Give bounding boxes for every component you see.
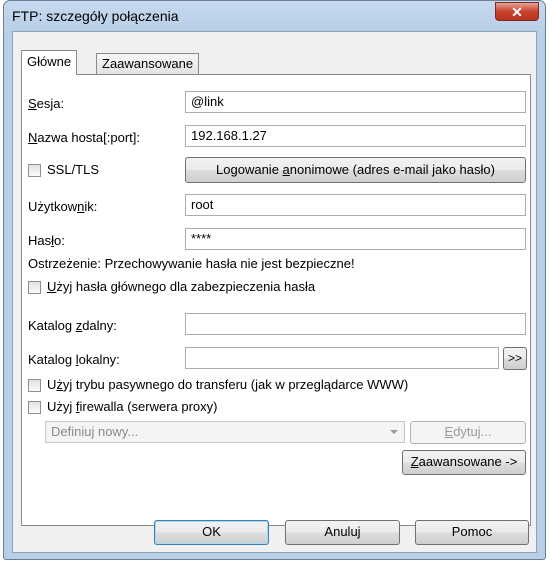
master-password-checkbox[interactable] [28, 281, 41, 294]
password-warning: Ostrzeżenie: Przechowywanie hasła nie je… [28, 256, 355, 271]
ssl-label: SSL/TLS [47, 162, 100, 177]
browse-local-dir-button[interactable]: >> [503, 347, 527, 370]
anonymous-login-button[interactable]: Logowanie anonimowe (adres e-mail jako h… [185, 157, 526, 183]
title-bar[interactable]: FTP: szczegóły połączenia ✕ [4, 1, 545, 31]
ok-button[interactable]: OK [154, 520, 269, 545]
password-input[interactable]: **** [185, 228, 526, 250]
firewall-checkbox[interactable] [28, 401, 41, 414]
cancel-button[interactable]: Anuluj [285, 520, 400, 545]
passive-mode-checkbox[interactable] [28, 379, 41, 392]
remote-dir-input[interactable] [185, 313, 526, 335]
tab-panel: Sesja: @link Nazwa hosta[:port]: 192.168… [21, 74, 531, 526]
local-dir-label: Katalog lokalny: [28, 352, 120, 367]
user-input[interactable]: root [185, 194, 526, 216]
tab-label: Zaawansowane [102, 56, 194, 71]
host-input[interactable]: 192.168.1.27 [185, 125, 526, 147]
tab-label: Główne [27, 54, 72, 69]
master-password-label: Użyj hasła głównego dla zabezpieczenia h… [47, 279, 316, 294]
help-button[interactable]: Pomoc [415, 520, 529, 545]
window-title: FTP: szczegóły połączenia [12, 8, 179, 24]
local-dir-input[interactable] [185, 347, 499, 369]
chevron-down-icon [390, 430, 398, 434]
host-label: Nazwa hosta[:port]: [28, 130, 141, 145]
edit-proxy-button[interactable]: Edytuj... [410, 421, 526, 444]
ssl-checkbox[interactable] [28, 164, 41, 177]
proxy-select-value: Definiuj nowy... [51, 424, 139, 439]
passive-mode-label: Użyj trybu pasywnego do transferu (jak w… [47, 377, 409, 392]
tab-zaawansowane[interactable]: Zaawansowane [96, 53, 200, 74]
password-label: Hasło: [28, 233, 65, 248]
user-label: Użytkownik: [28, 199, 98, 214]
tab-glowne[interactable]: Główne [21, 50, 78, 75]
proxy-select[interactable]: Definiuj nowy... [45, 421, 405, 443]
close-button[interactable]: ✕ [495, 2, 539, 21]
close-icon: ✕ [511, 4, 523, 20]
dialog-window: FTP: szczegóły połączenia ✕ Główne Zaawa… [3, 0, 546, 560]
dialog-client: Główne Zaawansowane Sesja: @link Nazwa h… [12, 31, 537, 553]
session-label: Sesja: [28, 96, 65, 111]
session-input[interactable]: @link [185, 91, 526, 113]
firewall-label: Użyj firewalla (serwera proxy) [47, 399, 218, 414]
advanced-button[interactable]: Zaawansowane -> [402, 450, 526, 475]
remote-dir-label: Katalog zdalny: [28, 318, 117, 333]
